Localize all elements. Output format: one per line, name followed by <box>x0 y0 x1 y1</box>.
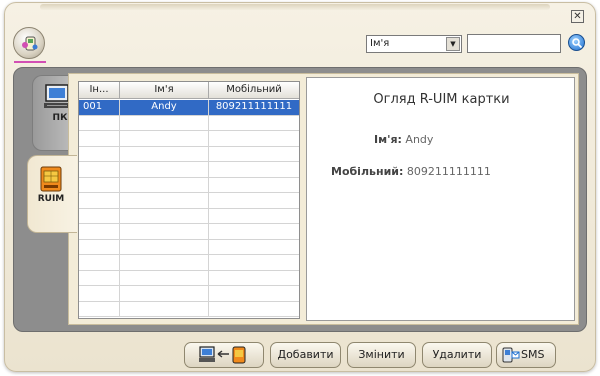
cell-mobile <box>209 193 299 208</box>
cell-name <box>120 301 209 317</box>
table-row[interactable] <box>79 131 299 147</box>
transfer-to-card-button[interactable] <box>184 342 264 368</box>
magnifier-icon <box>572 38 583 49</box>
cell-name <box>120 239 209 255</box>
chevron-down-icon[interactable]: ▼ <box>446 37 460 51</box>
cell-index: 001 <box>79 100 120 115</box>
detail-name-value: Andy <box>405 133 434 146</box>
table-row[interactable] <box>79 146 299 162</box>
cell-name <box>120 115 209 131</box>
column-header-mobile[interactable]: Мобільний <box>209 82 299 99</box>
cell-mobile <box>209 240 299 255</box>
table-row[interactable] <box>79 286 299 302</box>
detail-name-row: Ім'я: Andy <box>374 133 433 146</box>
cell-mobile: 809211111111 <box>209 100 299 115</box>
column-header-name[interactable]: Ім'я <box>120 82 209 99</box>
cell-name <box>120 162 209 177</box>
tab-ruim-label: RUIM <box>37 194 65 204</box>
sms-button-label: SMS <box>521 348 545 361</box>
cell-name <box>120 255 209 270</box>
contacts-table[interactable]: Ін... Ім'я Мобільний 001 Andy 809211111111 <box>78 81 300 319</box>
cell-name <box>120 286 209 301</box>
main-menu-button[interactable] <box>13 27 45 59</box>
detail-title: Огляд R-UIM картки <box>373 92 510 107</box>
delete-button[interactable]: Удалити <box>422 342 492 368</box>
table-row[interactable] <box>79 193 299 209</box>
cell-mobile <box>209 147 299 162</box>
table-row[interactable] <box>79 270 299 286</box>
add-button[interactable]: Добавити <box>270 342 341 368</box>
cell-index <box>79 193 120 208</box>
title-bar-strip[interactable] <box>40 4 550 10</box>
sms-phone-icon <box>502 347 520 363</box>
close-button[interactable]: ✕ <box>571 10 584 23</box>
cell-mobile <box>209 224 299 239</box>
cell-name <box>120 270 209 286</box>
table-row[interactable]: 001 Andy 809211111111 <box>79 100 299 116</box>
cell-mobile <box>209 178 299 193</box>
cell-name: Andy <box>120 100 209 115</box>
cell-index <box>79 239 120 255</box>
table-row[interactable] <box>79 115 299 131</box>
detail-mobile-row: Мобільний: 809211111111 <box>331 165 491 178</box>
table-row[interactable] <box>79 301 299 317</box>
search-input[interactable] <box>467 34 561 53</box>
cell-name <box>120 177 209 193</box>
cell-index <box>79 224 120 239</box>
cell-index <box>79 270 120 286</box>
cell-index <box>79 115 120 131</box>
cell-mobile <box>209 131 299 146</box>
cell-mobile <box>209 162 299 177</box>
pc-to-phone-transfer-icon <box>199 346 246 364</box>
cell-index <box>79 255 120 270</box>
cell-mobile <box>209 286 299 301</box>
detail-mobile-label: Мобільний: <box>331 165 404 178</box>
sms-button[interactable]: SMS <box>496 342 556 368</box>
cell-index <box>79 131 120 146</box>
table-body: 001 Andy 809211111111 <box>79 100 299 317</box>
computer-icon <box>44 84 70 108</box>
sim-card-icon <box>40 166 62 192</box>
cell-index <box>79 146 120 162</box>
tab-ruim[interactable]: RUIM <box>27 155 77 233</box>
cell-index <box>79 208 120 224</box>
cell-mobile <box>209 209 299 224</box>
cell-name <box>120 131 209 146</box>
menu-orb-icon <box>22 36 38 51</box>
cell-index <box>79 301 120 317</box>
cell-name <box>120 208 209 224</box>
cell-mobile <box>209 255 299 270</box>
menu-accent-underline <box>14 61 46 63</box>
detail-panel: Огляд R-UIM картки Ім'я: Andy Мобільний:… <box>306 77 575 321</box>
detail-mobile-value: 809211111111 <box>406 165 491 178</box>
table-row[interactable] <box>79 239 299 255</box>
cell-index <box>79 286 120 301</box>
cell-index <box>79 177 120 193</box>
cell-name <box>120 193 209 208</box>
table-row[interactable] <box>79 224 299 240</box>
search-field-selected-value: Ім'я <box>370 38 390 49</box>
table-row[interactable] <box>79 177 299 193</box>
table-header: Ін... Ім'я Мобільний <box>79 82 299 99</box>
search-button[interactable] <box>568 34 585 51</box>
cell-mobile <box>209 302 299 317</box>
table-row[interactable] <box>79 208 299 224</box>
search-field-select[interactable]: Ім'я ▼ <box>366 35 462 53</box>
column-header-index[interactable]: Ін... <box>79 82 120 99</box>
cell-mobile <box>209 271 299 286</box>
table-row[interactable] <box>79 255 299 271</box>
cell-index <box>79 162 120 177</box>
cell-name <box>120 146 209 162</box>
cell-name <box>120 224 209 239</box>
detail-name-label: Ім'я: <box>374 133 402 146</box>
cell-mobile <box>209 116 299 131</box>
table-row[interactable] <box>79 162 299 178</box>
edit-button[interactable]: Змінити <box>347 342 416 368</box>
